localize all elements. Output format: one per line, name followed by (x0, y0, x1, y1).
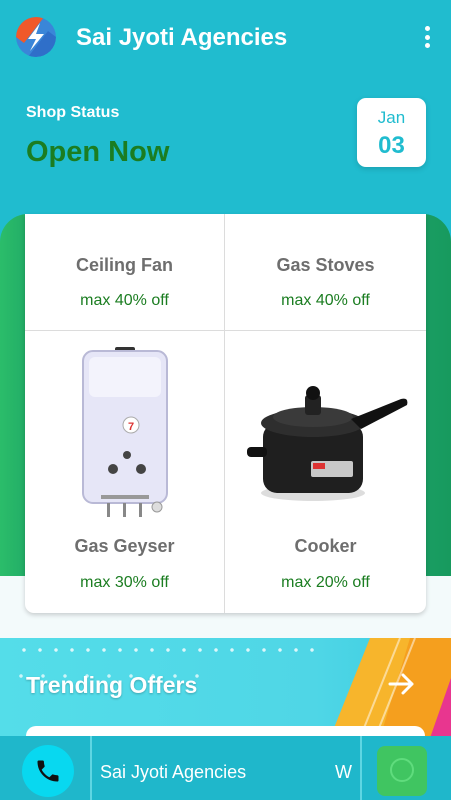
pressure-cooker-image (225, 343, 426, 523)
product-name: Cooker (294, 536, 357, 556)
phone-icon[interactable] (22, 745, 74, 797)
app-bar: Sai Jyoti Agencies (0, 0, 451, 76)
product-card-ceiling-fan[interactable]: Ceiling Fan max 40% off (25, 214, 225, 331)
svg-text:7: 7 (128, 421, 134, 433)
product-card-cooker[interactable]: Cooker max 20% off (225, 331, 426, 613)
product-card-gas-geyser[interactable]: 7 Gas Geyser max 30% off (25, 331, 225, 613)
shop-status-label: Shop Status (26, 104, 120, 121)
trending-offers-banner[interactable]: Trending Offers (0, 638, 451, 738)
date-month: Jan (377, 108, 406, 127)
arrow-right-icon[interactable] (386, 668, 418, 700)
divider (90, 736, 92, 800)
shop-status-value: Open Now (26, 136, 170, 168)
ticker-text: Sai Jyoti Agencies (100, 762, 247, 782)
ticker-text-next: W (335, 762, 352, 782)
divider (360, 736, 362, 800)
product-card-gas-stoves[interactable]: Gas Stoves max 40% off (225, 214, 426, 331)
date-day: 03 (378, 132, 405, 159)
date-card: Jan 03 (357, 98, 426, 167)
product-offer: max 40% off (281, 292, 370, 309)
product-name: Gas Geyser (74, 536, 175, 556)
product-offer: max 30% off (80, 574, 169, 591)
brand-logo-icon (16, 17, 56, 57)
trending-offers-title: Trending Offers (26, 672, 198, 698)
app-title: Sai Jyoti Agencies (76, 24, 288, 51)
product-grid: Ceiling Fan max 40% off Gas Stoves max 4… (25, 214, 426, 613)
chat-icon[interactable] (377, 746, 427, 796)
product-offer: max 40% off (80, 292, 169, 309)
decorative-dots (16, 648, 316, 652)
bottom-bar: Sai Jyoti Agencies W (0, 736, 451, 800)
more-vertical-icon[interactable] (417, 24, 437, 50)
gas-geyser-image: 7 (25, 343, 224, 523)
product-offer: max 20% off (281, 574, 370, 591)
product-name: Ceiling Fan (75, 255, 173, 275)
product-name: Gas Stoves (276, 255, 375, 275)
